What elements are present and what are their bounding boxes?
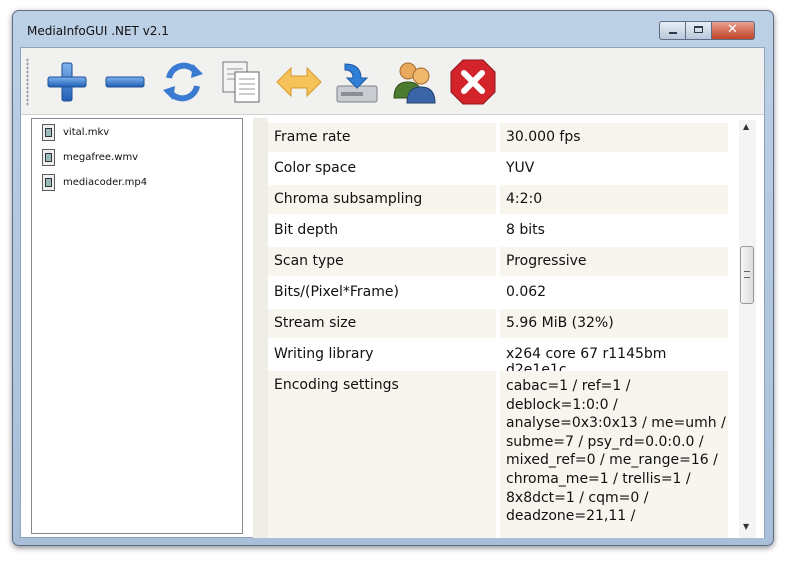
vertical-scrollbar[interactable]: ▲ ▼: [739, 120, 756, 538]
property-name: Color space: [268, 154, 498, 183]
users-icon: [393, 62, 436, 104]
scroll-up-arrow-icon[interactable]: ▲: [743, 122, 749, 131]
pane-margin: [253, 118, 268, 538]
client-area: vital.mkv megafree.wmv mediacoder.mp4 Fr…: [20, 47, 765, 538]
close-icon: ✕: [727, 22, 738, 37]
refresh-button[interactable]: [157, 56, 209, 108]
maximize-button[interactable]: [685, 21, 712, 40]
encoding-line: mixed_ref=0 / me_range=16 /: [506, 452, 718, 469]
table-row: Scan type Progressive: [268, 247, 728, 278]
property-name: Writing library: [268, 340, 498, 369]
app-window: MediaInfoGUI .NET v2.1 ✕ vital.mkv megaf…: [12, 10, 774, 546]
table-row: Bit depth 8 bits: [268, 216, 728, 247]
table-row: Color space YUV: [268, 154, 728, 185]
save-drive-icon: [336, 63, 378, 103]
property-name: Bits/(Pixel*Frame): [268, 278, 498, 307]
property-name: Frame rate: [268, 123, 498, 152]
property-value: 8 bits: [500, 216, 728, 245]
table-row: Encoding settings cabac=1 / ref=1 / debl…: [268, 371, 728, 538]
property-value: 0.062: [500, 278, 728, 307]
window-title: MediaInfoGUI .NET v2.1: [27, 24, 169, 38]
video-file-icon: [42, 149, 55, 166]
toolbar-grip[interactable]: [26, 58, 29, 106]
property-value: 30.000 fps: [500, 123, 728, 152]
file-name: vital.mkv: [63, 127, 110, 138]
encoding-line: analyse=0x3:0x13 / me=umh /: [506, 415, 726, 432]
property-value: YUV: [500, 154, 728, 183]
users-button[interactable]: [389, 56, 441, 108]
copy-button[interactable]: [215, 56, 267, 108]
grip-icon: [744, 271, 750, 278]
maximize-icon: [694, 26, 703, 33]
refresh-icon: [163, 62, 203, 102]
add-button[interactable]: [41, 56, 93, 108]
title-bar[interactable]: MediaInfoGUI .NET v2.1 ✕: [13, 11, 773, 41]
property-name: Stream size: [268, 309, 498, 338]
property-value: 5.96 MiB (32%): [500, 309, 728, 338]
table-row: Stream size 5.96 MiB (32%): [268, 309, 728, 340]
table-row: Writing library x264 core 67 r1145bm d2e…: [268, 340, 728, 378]
property-value: cabac=1 / ref=1 / deblock=1:0:0 / analys…: [500, 371, 728, 538]
encoding-line: subme=7 / psy_rd=0.0:0.0 /: [506, 433, 704, 450]
exit-button[interactable]: [447, 56, 499, 108]
scroll-down-arrow-icon[interactable]: ▼: [743, 522, 749, 531]
video-file-icon: [42, 174, 55, 191]
compare-button[interactable]: [273, 56, 325, 108]
remove-button[interactable]: [99, 56, 151, 108]
plus-icon: [47, 62, 87, 102]
window-close-button[interactable]: ✕: [711, 21, 755, 40]
encoding-line: deadzone=21,11 /: [506, 508, 636, 525]
table-row: Chroma subsampling 4:2:0: [268, 185, 728, 216]
copy-icon: [222, 61, 260, 103]
file-name: megafree.wmv: [63, 152, 139, 163]
encoding-line: chroma_me=1 / trellis=1 /: [506, 470, 691, 487]
table-row: Bits/(Pixel*Frame) 0.062: [268, 278, 728, 309]
property-value: 4:2:0: [500, 185, 728, 214]
property-value: Progressive: [500, 247, 728, 276]
file-list[interactable]: vital.mkv megafree.wmv mediacoder.mp4: [31, 118, 243, 534]
property-value: x264 core 67 r1145bm d2e1e1c: [500, 340, 728, 378]
property-name: Chroma subsampling: [268, 185, 498, 214]
table-row: Frame rate 30.000 fps: [268, 123, 728, 154]
save-button[interactable]: [331, 56, 383, 108]
encoding-line: deblock=1:0:0 /: [506, 396, 618, 413]
file-name: mediacoder.mp4: [63, 177, 148, 188]
minimize-button[interactable]: [659, 21, 686, 40]
encoding-line: cabac=1 / ref=1 /: [506, 378, 631, 394]
close-x-icon: [450, 59, 496, 105]
video-file-icon: [42, 124, 55, 141]
property-name: Encoding settings: [268, 371, 498, 538]
toolbar: [21, 48, 764, 115]
encoding-line: 8x8dct=1 / cqm=0 /: [506, 489, 649, 506]
property-name: Scan type: [268, 247, 498, 276]
double-arrow-icon: [276, 66, 322, 98]
minus-icon: [105, 76, 145, 88]
property-name: Bit depth: [268, 216, 498, 245]
scroll-thumb[interactable]: [740, 246, 754, 304]
details-pane[interactable]: Frame rate 30.000 fps Color space YUV Ch…: [253, 118, 764, 538]
minimize-icon: [669, 32, 677, 34]
